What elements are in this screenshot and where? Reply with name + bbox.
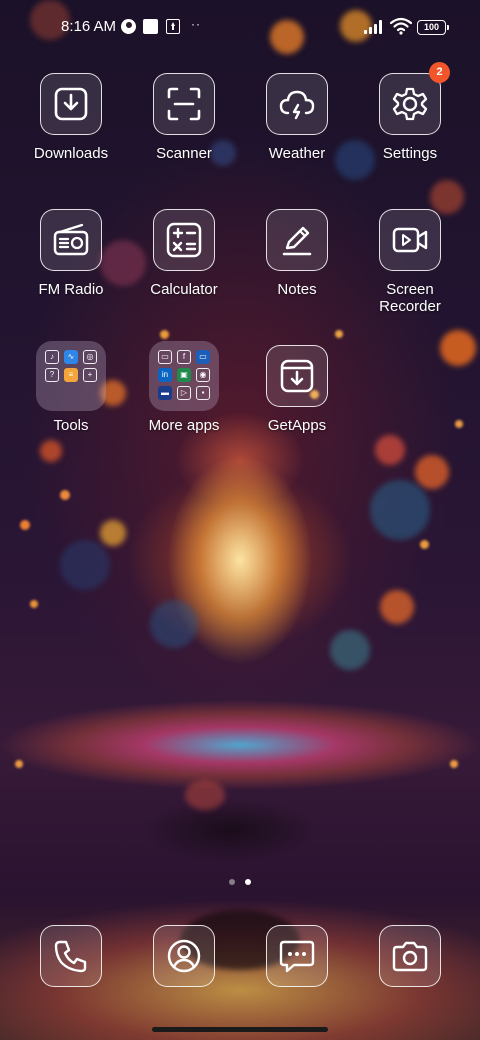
app-label: Settings xyxy=(382,145,438,162)
battery-icon: 100 xyxy=(417,20,449,35)
app-label: Screen Recorder xyxy=(379,281,441,315)
app-getapps[interactable]: GetApps xyxy=(240,345,354,434)
box-download-icon xyxy=(266,345,328,407)
app-label: Scanner xyxy=(156,145,212,162)
app-notes[interactable]: Notes xyxy=(240,209,354,298)
page-dot-active[interactable] xyxy=(245,879,251,885)
camera-icon xyxy=(379,925,441,987)
app-icon-mini: ◉ xyxy=(196,368,210,382)
app-screen-recorder[interactable]: Screen Recorder xyxy=(353,209,467,315)
app-icon-mini: ▪ xyxy=(196,386,210,400)
weather-cloud-icon xyxy=(266,73,328,135)
plus-box-icon: + xyxy=(83,368,97,382)
app-label: FM Radio xyxy=(38,281,104,298)
play-store-icon: ▷ xyxy=(177,386,191,400)
wifi-icon xyxy=(390,17,412,35)
app-icon-mini: ▭ xyxy=(196,350,210,364)
phone-icon xyxy=(40,925,102,987)
compass-icon: ◎ xyxy=(83,350,97,364)
app-label: Calculator xyxy=(150,281,218,298)
download-icon xyxy=(40,73,102,135)
radio-icon xyxy=(40,209,102,271)
page-indicator xyxy=(0,879,480,885)
microphone-icon: ♪ xyxy=(45,350,59,364)
app-icon-mini: ▭ xyxy=(158,350,172,364)
folder-icon: ♪ ∿ ◎ ? ≡ + xyxy=(36,341,106,411)
gear-icon: 2 xyxy=(379,62,450,135)
message-bubble-icon xyxy=(266,925,328,987)
contact-person-icon xyxy=(153,925,215,987)
dock-phone[interactable] xyxy=(14,925,128,987)
home-gesture-bar[interactable] xyxy=(152,1027,328,1032)
app-label: Weather xyxy=(268,145,326,162)
notification-square-icon xyxy=(143,19,158,34)
folder-tools[interactable]: ♪ ∿ ◎ ? ≡ + Tools xyxy=(14,341,128,434)
more-notifications-icon: ·· xyxy=(191,17,201,31)
signal-strength-icon xyxy=(364,20,384,34)
pencil-icon xyxy=(266,209,328,271)
app-icon-mini: ▣ xyxy=(177,368,191,382)
wave-icon: ∿ xyxy=(64,350,78,364)
app-scanner[interactable]: Scanner xyxy=(127,73,241,162)
upload-notification-icon xyxy=(166,19,180,34)
calculator-icon xyxy=(153,209,215,271)
app-icon-mini: ▬ xyxy=(158,386,172,400)
page-dot[interactable] xyxy=(229,879,235,885)
app-label-line2: Recorder xyxy=(379,298,441,315)
linkedin-icon: in xyxy=(158,368,172,382)
app-downloads[interactable]: Downloads xyxy=(14,73,128,162)
video-camera-icon xyxy=(379,209,441,271)
notification-app-icon xyxy=(121,19,136,34)
help-icon: ? xyxy=(45,368,59,382)
facebook-icon: f xyxy=(177,350,191,364)
dock-contacts[interactable] xyxy=(127,925,241,987)
app-label: Downloads xyxy=(33,145,109,162)
folder-more-apps[interactable]: ▭ f ▭ in ▣ ◉ ▬ ▷ ▪ More apps xyxy=(127,341,241,434)
app-label-line1: Screen xyxy=(386,281,434,298)
app-calculator[interactable]: Calculator xyxy=(127,209,241,298)
status-bar: 8:16 AM ·· 100 xyxy=(0,0,480,56)
folder-icon: ▭ f ▭ in ▣ ◉ ▬ ▷ ▪ xyxy=(149,341,219,411)
dock-messages[interactable] xyxy=(240,925,354,987)
notification-badge: 2 xyxy=(429,62,450,83)
status-time: 8:16 AM xyxy=(61,18,117,35)
stack-icon: ≡ xyxy=(64,368,78,382)
app-weather[interactable]: Weather xyxy=(240,73,354,162)
dock-camera[interactable] xyxy=(353,925,467,987)
app-label: Notes xyxy=(277,281,317,298)
app-label: More apps xyxy=(148,417,220,434)
app-label: GetApps xyxy=(267,417,327,434)
app-label: Tools xyxy=(53,417,89,434)
app-settings[interactable]: 2 Settings xyxy=(353,62,467,162)
scan-icon xyxy=(153,73,215,135)
app-fm-radio[interactable]: FM Radio xyxy=(14,209,128,298)
